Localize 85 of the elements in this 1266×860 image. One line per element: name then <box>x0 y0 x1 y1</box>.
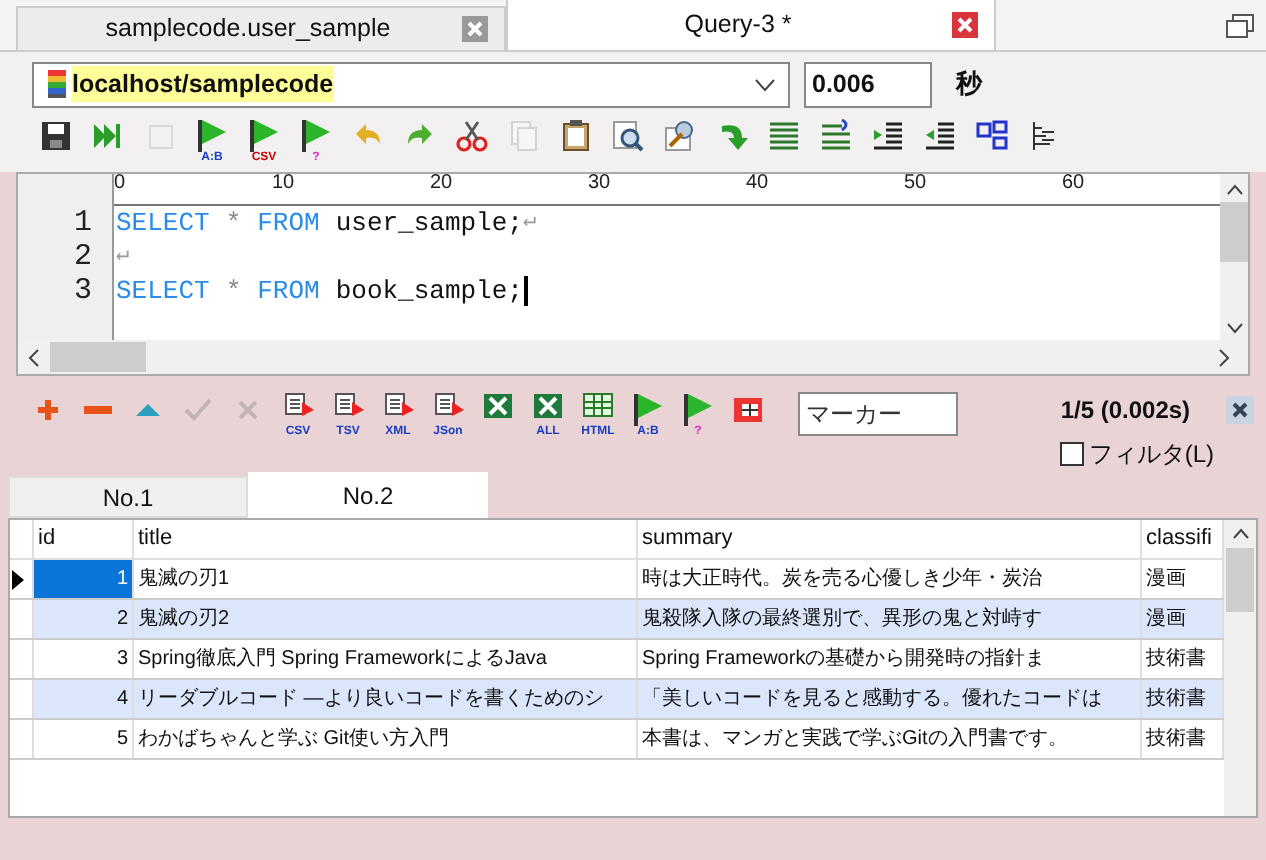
table-cell: Spring徹底入門 Spring FrameworkによるJava <box>134 640 638 678</box>
code-token: * <box>225 205 242 242</box>
table-cell: 時は大正時代。炭を売る心優しき少年・炭治 <box>638 560 1142 598</box>
scroll-thumb[interactable] <box>50 342 146 372</box>
code-token: FROM <box>257 273 320 310</box>
table-cell: Spring Frameworkの基礎から開発時の指針ま <box>638 640 1142 678</box>
row-header-cell[interactable] <box>10 680 34 718</box>
copy-icon <box>506 118 542 154</box>
ruler-number: 10 <box>272 174 297 198</box>
table-cell: 鬼殺隊入隊の最終選別で、異形の鬼と対峙す <box>638 600 1142 638</box>
code-token: SELECT <box>116 205 210 242</box>
line-end-mark: ↵ <box>116 242 130 273</box>
connection-combobox[interactable]: localhost/samplecode <box>32 61 790 107</box>
code-token: book_sample; <box>335 273 523 310</box>
table-cell: 「美しいコードを見ると感動する。優れたコードは <box>638 680 1142 718</box>
table-cell: わかばちゃんと学ぶ Git使い方入門 <box>134 720 638 758</box>
marker-field[interactable]: マーカー <box>798 392 958 436</box>
line-number: 3 <box>71 274 94 308</box>
row-header-cell[interactable] <box>10 560 34 598</box>
table-icon <box>730 392 766 428</box>
restore-window-icon[interactable] <box>1226 14 1254 38</box>
vertical-scrollbar[interactable] <box>1224 520 1256 816</box>
table-cell: 1 <box>34 560 134 598</box>
close-icon[interactable] <box>952 12 978 38</box>
document-tab[interactable]: Query-3 * <box>506 0 996 50</box>
row-header-cell[interactable] <box>10 600 34 638</box>
result-tab[interactable]: No.2 <box>248 472 488 518</box>
tab-label: samplecode.user_sample <box>103 12 393 47</box>
result-tab[interactable]: No.1 <box>8 476 248 518</box>
ruler-number: 60 <box>1062 174 1087 198</box>
edit-icon <box>662 118 698 154</box>
column-header[interactable]: summary <box>638 520 1142 558</box>
line-number: 2 <box>71 240 94 274</box>
filter-checkbox[interactable] <box>1060 442 1085 466</box>
table-cell: 2 <box>34 600 134 638</box>
connection-value: localhost/samplecode <box>72 65 334 103</box>
document-tab[interactable]: samplecode.user_sample <box>16 6 506 50</box>
scissors-icon <box>454 118 490 154</box>
column-header[interactable]: id <box>34 520 134 558</box>
table-cell: リーダブルコード ―より良いコードを書くためのシ <box>134 680 638 718</box>
code-token: user_sample; <box>335 205 523 242</box>
code-token: * <box>225 273 242 310</box>
close-icon[interactable] <box>1226 396 1254 424</box>
ruler-number: 40 <box>746 174 771 198</box>
table-cell: 本書は、マンガと実践で学ぶGitの入門書です。 <box>638 720 1142 758</box>
database-icon <box>46 68 68 100</box>
clipboard-icon <box>558 118 594 154</box>
vertical-scrollbar[interactable] <box>1220 174 1248 340</box>
magnifier-icon <box>610 118 646 154</box>
table-cell: 鬼滅の刃2 <box>134 600 638 638</box>
ruler-number: 20 <box>430 174 455 198</box>
code-token: FROM <box>257 205 320 242</box>
ruler-number: 30 <box>588 174 613 198</box>
wrap-lines-icon <box>818 118 854 154</box>
run-arrows-icon <box>90 118 126 154</box>
line-end-mark: ↵ <box>522 208 537 239</box>
scroll-thumb[interactable] <box>1220 202 1248 262</box>
line-number: 1 <box>71 206 94 240</box>
ruler-number: 50 <box>904 174 929 198</box>
ruler-number: 0 <box>114 174 128 198</box>
minus-icon <box>84 406 112 414</box>
chevron-down-icon <box>754 77 776 91</box>
flag-question-icon <box>298 118 334 154</box>
align-lines-icon <box>766 118 802 154</box>
outdent-icon <box>922 118 958 154</box>
seconds-label: 秒 <box>956 66 982 103</box>
table-cell: 鬼滅の刃1 <box>134 560 638 598</box>
sql-editor[interactable]: 1 2 3 0 10 20 30 40 50 60 SELECT * FROM user_sample;↵ ↵ SELECT * FROM book_sample; <box>16 172 1250 376</box>
horizontal-scrollbar[interactable] <box>18 340 1248 374</box>
table-cell: 5 <box>34 720 134 758</box>
flag-question-icon <box>680 392 716 428</box>
column-header[interactable]: title <box>134 520 638 558</box>
row-count-status: 1/5 (0.002s) <box>1060 394 1191 428</box>
tree-icon <box>974 118 1010 154</box>
indent-icon <box>870 118 906 154</box>
filter-label: フィルタ(L) <box>1088 438 1214 472</box>
elapsed-time-field[interactable]: 0.006 <box>804 61 932 107</box>
table-cell: 4 <box>34 680 134 718</box>
flag-icon <box>194 118 230 154</box>
flag-icon <box>246 118 282 154</box>
scroll-thumb[interactable] <box>1226 548 1254 612</box>
flag-icon <box>630 392 666 428</box>
code-token: SELECT <box>116 273 210 310</box>
table-cell: 3 <box>34 640 134 678</box>
tab-label: Query-3 * <box>682 8 794 43</box>
